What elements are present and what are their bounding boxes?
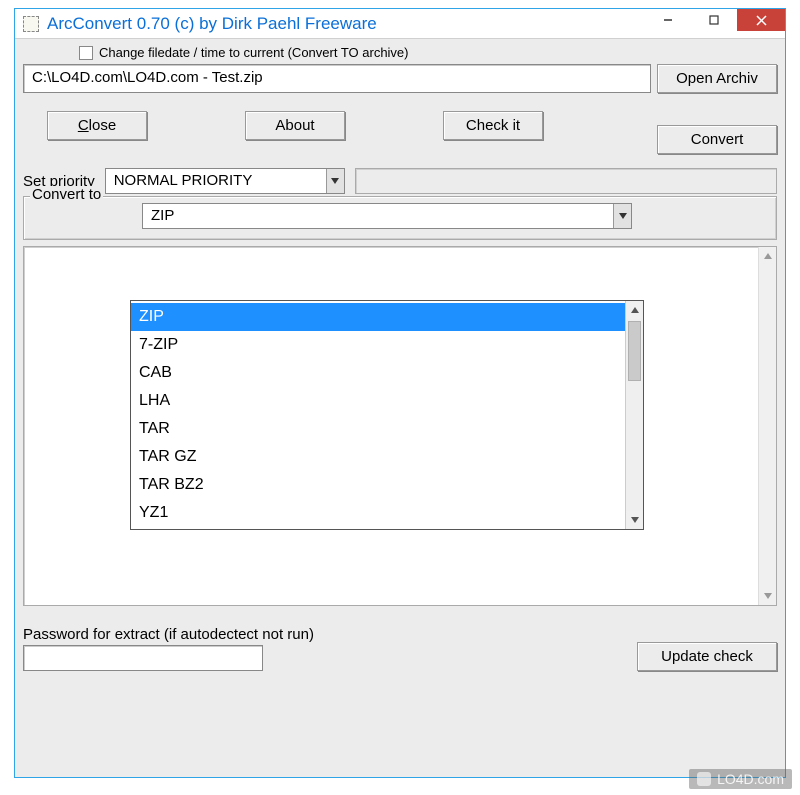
update-check-button[interactable]: Update check <box>637 642 777 671</box>
archive-path-row: C:\LO4D.com\LO4D.com - Test.zip Open Arc… <box>23 64 777 93</box>
convert-to-dropdown[interactable]: ZIP7-ZIPCABLHATARTAR GZTAR BZ2YZ1 <box>130 300 644 530</box>
maximize-button[interactable] <box>691 9 737 31</box>
action-buttons-row: Close About Check it Convert <box>47 111 777 154</box>
maximize-icon <box>709 15 719 25</box>
watermark-icon <box>697 772 711 786</box>
app-icon <box>23 16 39 32</box>
change-filedate-checkbox[interactable] <box>79 46 93 60</box>
scroll-down-icon[interactable] <box>759 587 776 605</box>
convert-to-legend: Convert to <box>30 186 103 203</box>
dropdown-option[interactable]: TAR GZ <box>131 443 625 471</box>
titlebar: ArcConvert 0.70 (c) by Dirk Paehl Freewa… <box>15 9 785 39</box>
dropdown-option[interactable]: YZ1 <box>131 499 625 527</box>
minimize-button[interactable] <box>645 9 691 31</box>
change-filedate-label: Change filedate / time to current (Conve… <box>99 45 409 60</box>
watermark: LO4D.com <box>689 769 792 789</box>
priority-row: Set priority NORMAL PRIORITY <box>23 168 777 194</box>
priority-combo[interactable]: NORMAL PRIORITY <box>105 168 345 194</box>
open-archive-button[interactable]: Open Archiv <box>657 64 777 93</box>
status-box <box>355 168 777 194</box>
convert-button[interactable]: Convert <box>657 125 777 154</box>
log-scrollbar[interactable] <box>758 247 776 605</box>
convert-to-combo[interactable]: ZIP <box>142 203 632 229</box>
dropdown-option[interactable]: CAB <box>131 359 625 387</box>
priority-combo-arrow[interactable] <box>326 169 344 193</box>
convert-to-combo-arrow[interactable] <box>613 204 631 228</box>
convert-to-fieldset: Convert to ZIP <box>23 196 777 240</box>
window-controls <box>645 9 785 38</box>
scroll-up-icon[interactable] <box>626 301 643 319</box>
about-button[interactable]: About <box>245 111 345 140</box>
dropdown-option[interactable]: TAR <box>131 415 625 443</box>
chevron-down-icon <box>619 213 627 219</box>
archive-path-input[interactable]: C:\LO4D.com\LO4D.com - Test.zip <box>23 64 651 93</box>
close-icon <box>756 15 767 26</box>
password-label: Password for extract (if autodectect not… <box>23 626 314 643</box>
dropdown-option[interactable]: TAR BZ2 <box>131 471 625 499</box>
password-block: Password for extract (if autodectect not… <box>23 626 314 671</box>
check-it-button[interactable]: Check it <box>443 111 543 140</box>
scroll-down-icon[interactable] <box>626 511 643 529</box>
window-title: ArcConvert 0.70 (c) by Dirk Paehl Freewa… <box>47 14 377 34</box>
priority-combo-text: NORMAL PRIORITY <box>106 169 326 193</box>
change-filedate-row: Change filedate / time to current (Conve… <box>79 45 777 60</box>
watermark-text: LO4D.com <box>717 771 784 787</box>
dropdown-scrollbar[interactable] <box>625 301 643 529</box>
bottom-row: Password for extract (if autodectect not… <box>23 626 777 671</box>
close-window-button[interactable] <box>737 9 785 31</box>
dropdown-option[interactable]: LHA <box>131 387 625 415</box>
convert-to-combo-text: ZIP <box>143 204 613 228</box>
chevron-down-icon <box>331 178 339 184</box>
dropdown-option[interactable]: ZIP <box>131 303 625 331</box>
minimize-icon <box>663 15 673 25</box>
scroll-up-icon[interactable] <box>759 247 776 265</box>
password-input[interactable] <box>23 645 263 671</box>
dropdown-option[interactable]: 7-ZIP <box>131 331 625 359</box>
close-button[interactable]: Close <box>47 111 147 140</box>
scroll-thumb[interactable] <box>628 321 641 381</box>
